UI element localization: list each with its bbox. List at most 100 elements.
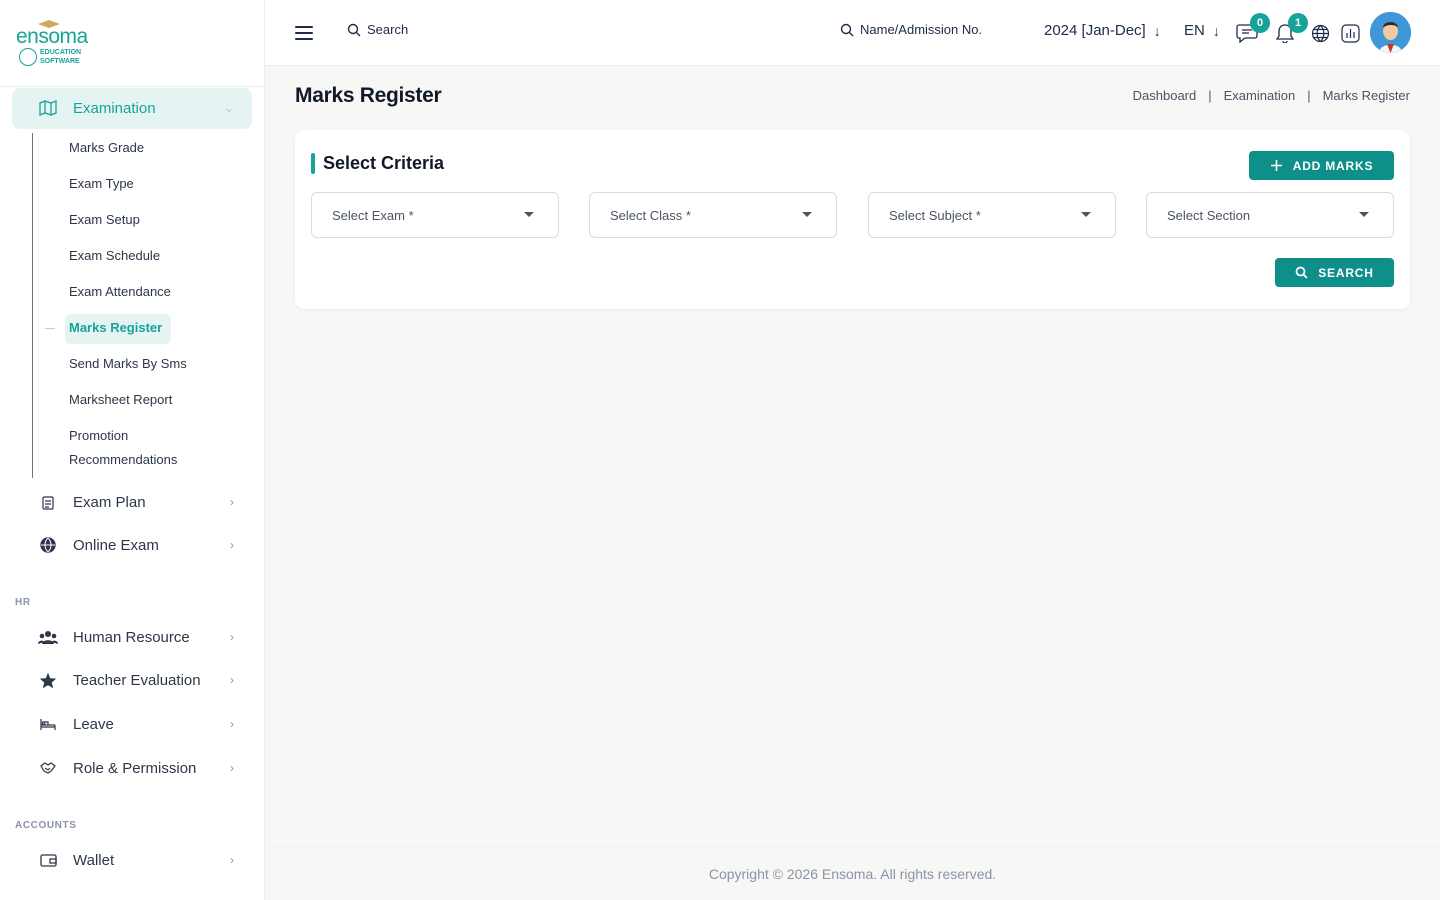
select-subject[interactable]: Select Subject * (868, 192, 1116, 238)
search-button-label: SEARCH (1318, 265, 1374, 280)
submenu-item-marksheet-report[interactable]: Marksheet Report (69, 388, 172, 412)
globe-icon (38, 535, 58, 555)
sidebar-item-human-resource[interactable]: Human Resource › (38, 626, 238, 648)
plus-icon (1270, 160, 1282, 171)
select-section[interactable]: Select Section (1146, 192, 1394, 238)
sidebar-item-examination[interactable]: Examination ⌄ (38, 97, 238, 119)
add-marks-label: ADD MARKS (1292, 158, 1374, 173)
select-exam[interactable]: Select Exam * (311, 192, 559, 238)
chevron-right-icon: › (230, 538, 234, 552)
breadcrumb-examination[interactable]: Examination (1224, 88, 1296, 103)
sidebar-item-label: Teacher Evaluation (73, 671, 201, 689)
handshake-icon (38, 758, 58, 778)
chevron-right-icon: › (230, 673, 234, 687)
sidebar-item-wallet[interactable]: Wallet › (38, 849, 238, 871)
notifications-count-badge: 1 (1288, 13, 1308, 33)
top-header: Search Name/Admission No. 2024 [Jan-Dec]… (265, 0, 1440, 66)
criteria-title: Select Criteria (323, 153, 445, 173)
language-globe-button[interactable] (1308, 21, 1332, 45)
messages-count-badge: 0 (1250, 13, 1270, 33)
partial-icon (38, 893, 58, 900)
search-icon (840, 23, 854, 36)
select-section-placeholder: Select Section (1167, 207, 1251, 223)
student-search[interactable]: Name/Admission No. (840, 22, 982, 37)
sidebar-item-label: Examination (73, 99, 156, 117)
brand-logo[interactable]: ensoma EDUCATION SOFTWARE (0, 0, 264, 87)
sidebar-item-label: Exam Plan (73, 493, 146, 511)
select-class-placeholder: Select Class * (610, 207, 691, 223)
submenu-item-promotion-recommendations[interactable]: Promotion Recommendations (69, 424, 177, 472)
sidebar-item-label: Wallet (73, 851, 115, 869)
breadcrumb-separator: | (1307, 88, 1311, 103)
submenu-item-marks-register[interactable]: Marks Register (69, 316, 162, 340)
submenu-item-send-marks-by-sms[interactable]: Send Marks By Sms (69, 352, 187, 376)
caret-down-icon (1359, 212, 1369, 217)
select-exam-placeholder: Select Exam * (332, 207, 414, 223)
sidebar-item-partial[interactable] (38, 892, 238, 900)
select-subject-placeholder: Select Subject * (889, 207, 981, 223)
brand-name: ensoma (16, 25, 88, 48)
language-selector[interactable]: EN ↓ (1184, 22, 1220, 39)
submenu-guide-line (32, 133, 33, 478)
chevron-right-icon: › (230, 761, 234, 775)
sidebar-item-teacher-evaluation[interactable]: Teacher Evaluation › (38, 669, 238, 691)
user-avatar[interactable] (1370, 12, 1411, 53)
page-title: Marks Register (295, 84, 442, 107)
global-search[interactable]: Search (347, 22, 408, 37)
sidebar-item-label: Leave (73, 715, 114, 733)
chevron-right-icon: › (230, 717, 234, 731)
submenu-item-exam-type[interactable]: Exam Type (69, 172, 134, 196)
sidebar-item-exam-plan[interactable]: Exam Plan › (38, 491, 238, 513)
submenu-active-tick (45, 328, 55, 329)
chevron-down-icon: ⌄ (223, 101, 234, 115)
star-icon (38, 670, 58, 690)
chart-icon (1340, 23, 1360, 43)
sidebar-item-label: Role & Permission (73, 759, 197, 777)
user-avatar-icon (1370, 12, 1411, 53)
arrow-down-icon: ↓ (1153, 22, 1161, 39)
messages-button[interactable]: 0 (1235, 13, 1270, 45)
menu-toggle-icon[interactable] (295, 26, 313, 40)
section-label-accounts: ACCOUNTS (15, 820, 77, 831)
search-icon (347, 23, 361, 36)
breadcrumb-dashboard[interactable]: Dashboard (1133, 88, 1197, 103)
criteria-card: Select Criteria ADD MARKS Select Exam * … (295, 130, 1410, 309)
card-title-accent (311, 153, 315, 174)
sidebar-item-leave[interactable]: Leave › (38, 713, 238, 735)
map-icon (38, 98, 58, 118)
submenu-item-exam-setup[interactable]: Exam Setup (69, 208, 140, 232)
arrow-down-icon: ↓ (1212, 22, 1220, 39)
breadcrumb: Dashboard | Examination | Marks Register (1133, 88, 1410, 103)
brand-tagline: EDUCATION SOFTWARE (40, 49, 82, 65)
caret-down-icon (802, 212, 812, 217)
search-button[interactable]: SEARCH (1275, 258, 1394, 287)
global-search-label: Search (367, 22, 409, 37)
globe-icon (1311, 24, 1329, 42)
student-search-label: Name/Admission No. (860, 22, 983, 37)
session-selector[interactable]: 2024 [Jan-Dec] ↓ (1044, 22, 1161, 39)
submenu-item-exam-schedule[interactable]: Exam Schedule (69, 244, 160, 268)
caret-down-icon (1081, 212, 1091, 217)
clipboard-icon (38, 492, 58, 512)
chevron-right-icon: › (230, 630, 234, 644)
sidebar: ensoma EDUCATION SOFTWARE Examination ⌄ … (0, 0, 265, 900)
bed-icon (38, 714, 58, 734)
session-label: 2024 [Jan-Dec] (1044, 22, 1146, 39)
sidebar-item-role-permission[interactable]: Role & Permission › (38, 757, 238, 779)
select-class[interactable]: Select Class * (589, 192, 837, 238)
add-marks-button[interactable]: ADD MARKS (1249, 151, 1394, 180)
chevron-right-icon: › (230, 495, 234, 509)
users-icon (38, 627, 58, 647)
reports-button[interactable] (1338, 21, 1362, 45)
wallet-icon (38, 850, 58, 870)
footer: Copyright © 2026 Ensoma. All rights rese… (265, 846, 1440, 900)
brand-badge-icon (19, 48, 37, 66)
submenu-item-marks-grade[interactable]: Marks Grade (69, 136, 144, 160)
sidebar-item-label: Online Exam (73, 536, 159, 554)
chevron-right-icon: › (230, 853, 234, 867)
breadcrumb-marks-register: Marks Register (1322, 88, 1410, 103)
notifications-button[interactable]: 1 (1273, 13, 1308, 45)
section-label-hr: HR (15, 597, 31, 608)
sidebar-item-online-exam[interactable]: Online Exam › (38, 534, 238, 556)
submenu-item-exam-attendance[interactable]: Exam Attendance (69, 280, 171, 304)
